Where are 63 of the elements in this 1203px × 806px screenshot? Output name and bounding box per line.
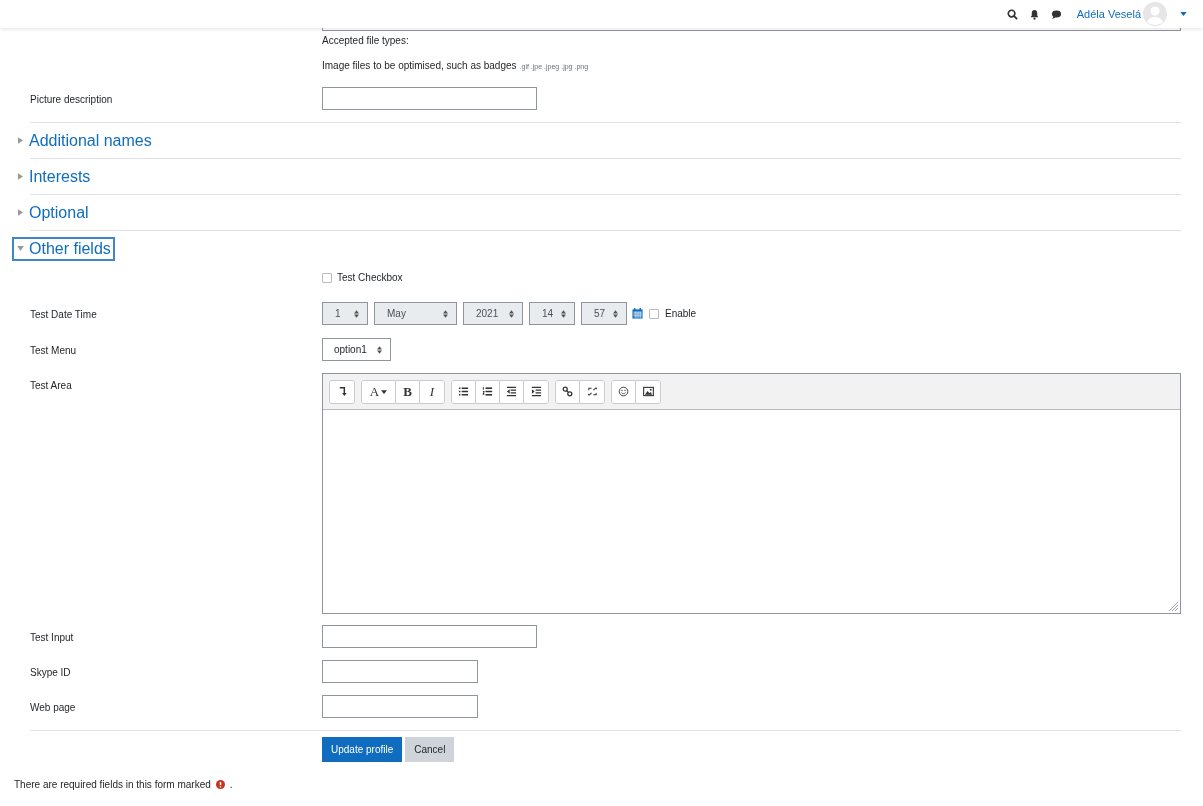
required-icon <box>215 780 225 789</box>
bell-icon[interactable] <box>1028 8 1040 20</box>
field-label: Test Date Time <box>30 308 97 320</box>
updown-arrows-icon <box>443 309 448 318</box>
select-dropdown[interactable]: 14 <box>529 302 575 325</box>
updown-arrows-icon <box>377 345 382 354</box>
collapse-button[interactable] <box>330 380 354 403</box>
updown-arrows-icon <box>354 309 359 318</box>
input-field[interactable] <box>322 695 478 718</box>
user-name-link[interactable]: Adéla Veselá <box>1076 8 1141 20</box>
section-toggle[interactable]: Additional names <box>12 128 156 153</box>
broken-link-icon <box>586 386 598 397</box>
field-label: Web page <box>30 701 76 713</box>
required-fields-note: There are required fields in this form marked <box>14 779 211 790</box>
note-end: . <box>229 779 233 790</box>
select-dropdown[interactable]: option1 <box>322 338 391 361</box>
triangle-icon[interactable] <box>18 173 23 180</box>
select-dropdown[interactable]: 1 <box>322 302 368 325</box>
checkbox[interactable] <box>649 308 659 319</box>
chat-bubble-icon[interactable] <box>1050 8 1062 20</box>
file-types-description: Image files to be optimised, such as badges <box>322 60 517 71</box>
input-field[interactable] <box>322 87 537 110</box>
section-toggle[interactable]: Interests <box>12 164 95 189</box>
smiley-icon <box>618 386 629 397</box>
input-field[interactable] <box>322 660 478 683</box>
section-toggle[interactable]: Other fields <box>12 236 115 261</box>
numbered-list-icon <box>482 386 493 397</box>
field-label: Test Area <box>30 380 72 391</box>
bullets-button[interactable] <box>452 380 476 403</box>
input-field[interactable] <box>322 625 537 648</box>
select-dropdown[interactable]: 2021 <box>463 302 523 325</box>
link-button[interactable] <box>556 380 580 403</box>
caret-icon <box>381 389 388 394</box>
resize-handle-icon[interactable] <box>1168 601 1178 611</box>
section-toggle[interactable]: Optional <box>12 200 93 225</box>
font-button[interactable]: A <box>362 380 396 403</box>
select-dropdown[interactable]: May <box>374 302 457 325</box>
cancel-button[interactable]: Cancel <box>405 737 455 762</box>
triangle-icon[interactable] <box>18 137 23 144</box>
outdent-icon <box>506 386 517 397</box>
checkbox[interactable] <box>322 272 332 283</box>
bullet-list-icon <box>458 386 469 397</box>
updown-arrows-icon <box>561 309 566 318</box>
image-icon <box>642 386 654 397</box>
field-label: Test Input <box>30 631 74 643</box>
updown-arrows-icon <box>509 309 514 318</box>
triangle-icon[interactable] <box>18 209 23 216</box>
link-icon <box>562 386 573 397</box>
dropdown-caret-icon[interactable] <box>1180 12 1187 16</box>
emoji-button[interactable] <box>612 380 636 403</box>
checkbox-label: Enable <box>665 308 697 319</box>
updown-arrows-icon <box>613 309 618 318</box>
field-label: Picture description <box>30 93 113 105</box>
field-label: Test Menu <box>30 344 77 356</box>
checkbox-label: Test Checkbox <box>337 272 403 283</box>
accepted-types-heading: Accepted file types: <box>322 35 410 46</box>
indent-icon <box>530 386 542 397</box>
search-icon[interactable] <box>1006 8 1018 20</box>
field-label: Skype ID <box>30 666 71 678</box>
calendar-icon[interactable] <box>632 308 643 319</box>
submit-button[interactable]: Update profile <box>322 737 403 762</box>
triangle-icon[interactable] <box>17 246 24 251</box>
select-dropdown[interactable]: 57 <box>581 302 627 325</box>
